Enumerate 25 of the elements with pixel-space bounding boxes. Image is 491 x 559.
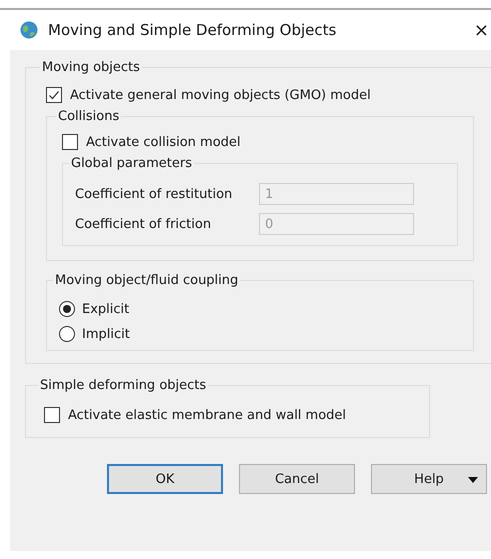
field-label: Coefficient of friction bbox=[75, 216, 212, 232]
caret-icon bbox=[468, 477, 478, 483]
dialog-button[interactable]: Cancel bbox=[239, 464, 355, 494]
group-title: Moving objects bbox=[41, 60, 141, 75]
globe-icon bbox=[20, 21, 38, 39]
radio-button[interactable] bbox=[59, 326, 75, 342]
checkbox[interactable] bbox=[46, 87, 62, 103]
radio-button[interactable] bbox=[59, 301, 75, 317]
checkbox[interactable] bbox=[44, 407, 60, 423]
checkmark-icon bbox=[48, 89, 60, 101]
checkbox-label[interactable]: Activate collision model bbox=[86, 134, 241, 150]
dropdown-button[interactable]: Help bbox=[371, 464, 487, 494]
window-title: Moving and Simple Deforming Objects bbox=[48, 21, 338, 39]
radio-label[interactable]: Explicit bbox=[82, 302, 130, 316]
checkbox-label[interactable]: Activate elastic membrane and wall model bbox=[68, 408, 346, 422]
field-label: Coefficient of restitution bbox=[75, 186, 234, 202]
group-title: Collisions bbox=[57, 109, 120, 124]
checkbox-label[interactable]: Activate general moving objects (GMO) model bbox=[70, 88, 371, 102]
close-button[interactable]: × bbox=[474, 20, 489, 40]
dialog-button[interactable]: OK bbox=[107, 464, 223, 494]
group-title: Global parameters bbox=[70, 156, 194, 171]
checkbox[interactable] bbox=[62, 134, 78, 150]
group-title: Simple deforming objects bbox=[39, 378, 208, 393]
radio-label[interactable]: Implicit bbox=[82, 326, 130, 342]
group-title: Moving object/fluid coupling bbox=[54, 273, 240, 288]
